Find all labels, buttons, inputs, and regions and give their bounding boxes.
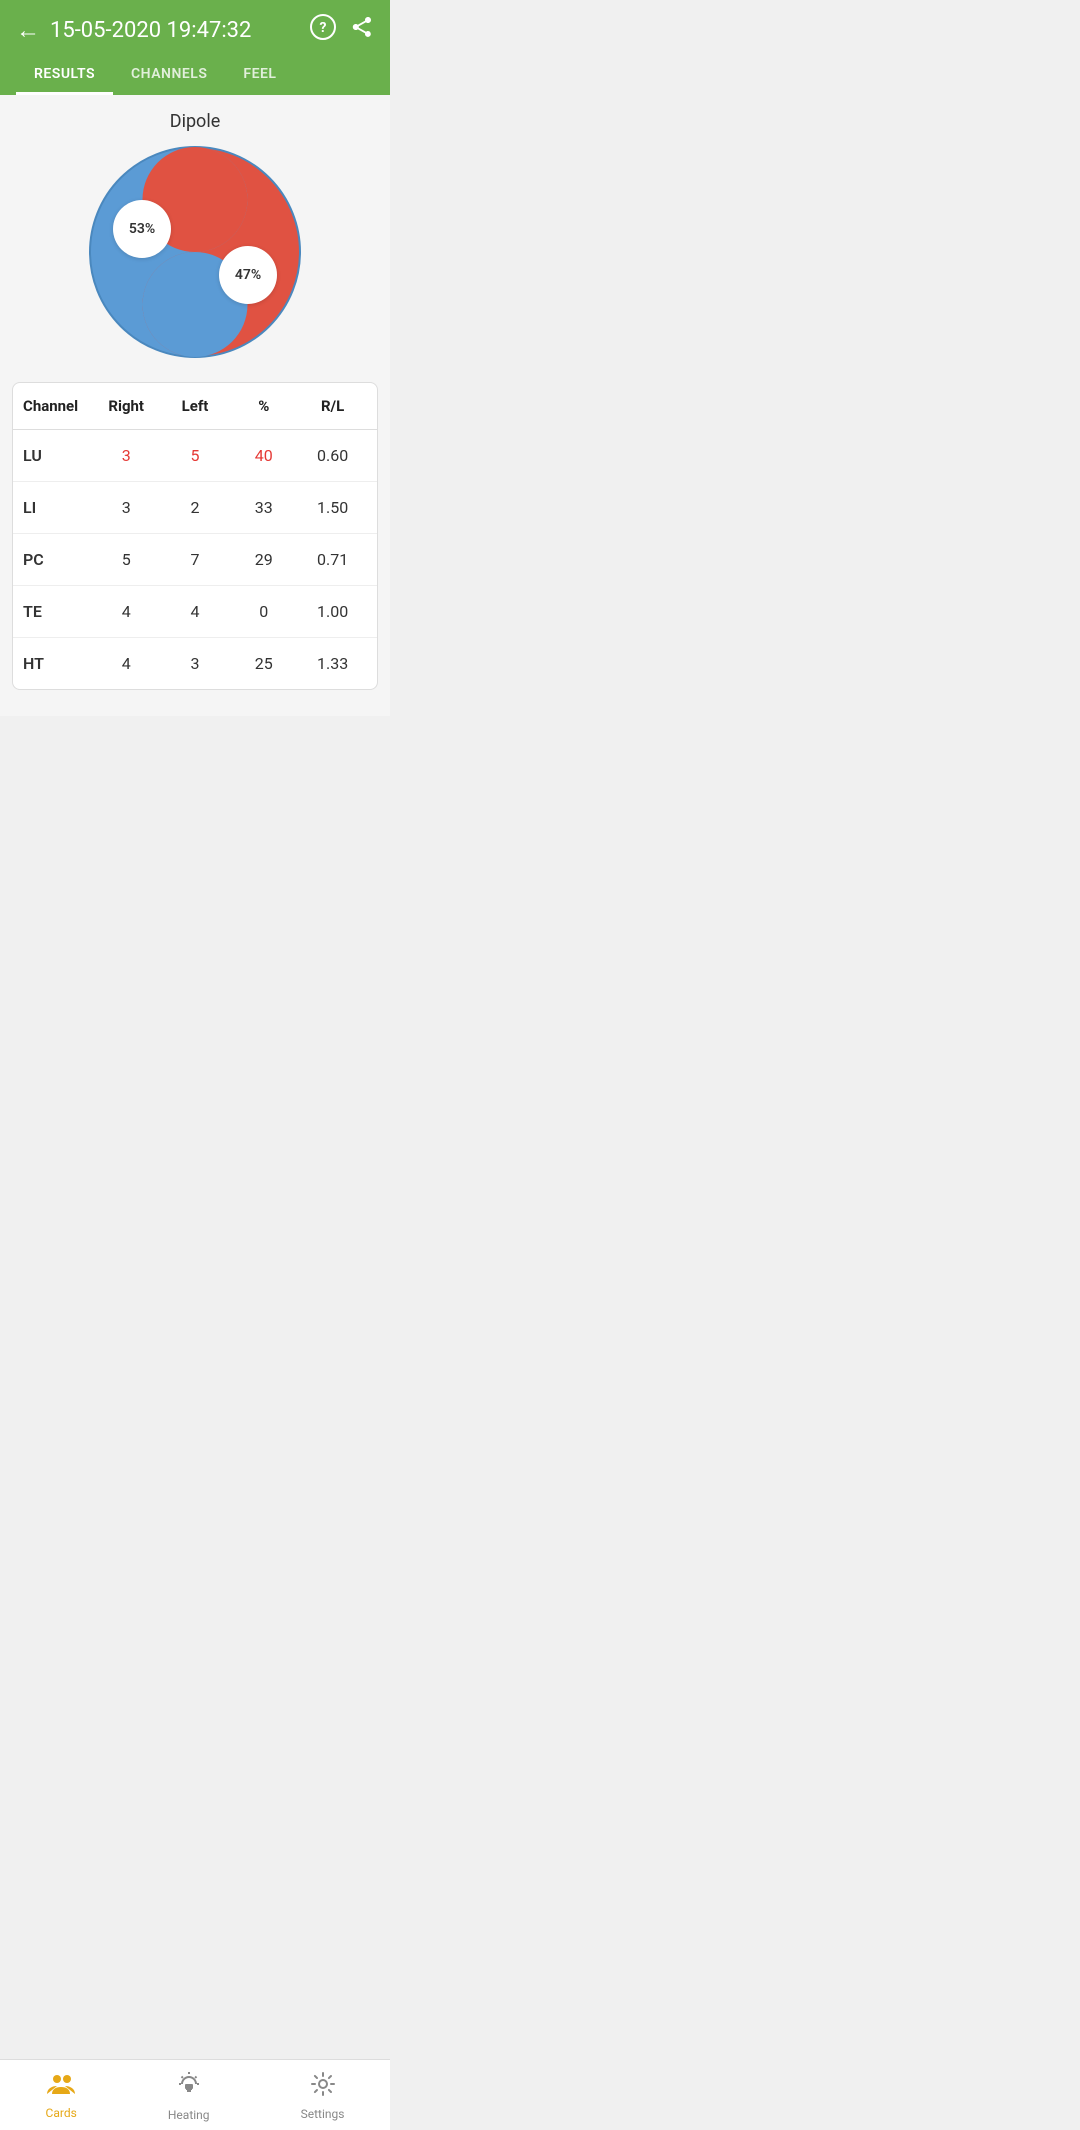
left-percent-label: 53% — [113, 200, 171, 258]
table-row: TE 4 4 0 1.00 — [13, 586, 377, 638]
cell-left: 5 — [161, 446, 230, 465]
bottom-navigation: Cards Heating Settings — [0, 2059, 390, 2130]
cell-right: 4 — [92, 654, 161, 673]
cell-right: 5 — [92, 550, 161, 569]
yin-yang-wrapper: 53% 47% — [85, 142, 305, 362]
back-button[interactable]: ← — [16, 16, 40, 45]
right-percent-label: 47% — [219, 246, 277, 304]
cell-left: 2 — [161, 498, 230, 517]
datetime-label: 15-05-2020 19:47:32 — [50, 18, 251, 43]
col-left: Left — [161, 397, 230, 415]
cell-right: 4 — [92, 602, 161, 621]
cards-icon — [47, 2072, 75, 2102]
cell-channel: LI — [23, 498, 92, 517]
tab-feel[interactable]: FEEL — [225, 56, 294, 95]
header-left: ← 15-05-2020 19:47:32 — [16, 16, 251, 45]
cell-pct: 29 — [229, 550, 298, 569]
app-header: ← 15-05-2020 19:47:32 ? RESULTS CHANNELS… — [0, 0, 390, 95]
table-row: HT 4 3 25 1.33 — [13, 638, 377, 689]
cell-channel: LU — [23, 446, 92, 465]
cell-left: 3 — [161, 654, 230, 673]
cell-pct: 40 — [229, 446, 298, 465]
table-header: Channel Right Left % R/L — [13, 383, 377, 430]
data-table: Channel Right Left % R/L LU 3 5 40 0.60 … — [12, 382, 378, 690]
heating-label: Heating — [168, 2108, 210, 2122]
nav-heating[interactable]: Heating — [168, 2070, 210, 2122]
chart-title: Dipole — [12, 111, 378, 132]
settings-label: Settings — [301, 2107, 345, 2121]
cell-channel: TE — [23, 602, 92, 621]
help-icon[interactable]: ? — [310, 14, 336, 46]
share-icon[interactable] — [350, 15, 374, 45]
tab-channels[interactable]: CHANNELS — [113, 56, 225, 95]
yin-yang-chart: 53% 47% — [12, 142, 378, 362]
cell-channel: HT — [23, 654, 92, 673]
col-right: Right — [92, 397, 161, 415]
cell-rl: 1.33 — [298, 654, 367, 673]
settings-icon — [310, 2071, 336, 2103]
nav-cards[interactable]: Cards — [46, 2072, 77, 2120]
tab-results[interactable]: RESULTS — [16, 56, 113, 95]
cards-label: Cards — [46, 2106, 77, 2120]
header-top: ← 15-05-2020 19:47:32 ? — [16, 14, 374, 46]
cell-rl: 1.50 — [298, 498, 367, 517]
cell-rl: 1.00 — [298, 602, 367, 621]
cell-rl: 0.60 — [298, 446, 367, 465]
header-icons: ? — [310, 14, 374, 46]
nav-settings[interactable]: Settings — [301, 2071, 345, 2121]
cell-pct: 25 — [229, 654, 298, 673]
cell-left: 7 — [161, 550, 230, 569]
col-channel: Channel — [23, 397, 92, 415]
cell-rl: 0.71 — [298, 550, 367, 569]
heating-icon — [177, 2070, 201, 2104]
cell-pct: 0 — [229, 602, 298, 621]
cell-right: 3 — [92, 498, 161, 517]
cell-channel: PC — [23, 550, 92, 569]
cell-left: 4 — [161, 602, 230, 621]
cell-pct: 33 — [229, 498, 298, 517]
col-rl: R/L — [298, 397, 367, 415]
svg-text:?: ? — [320, 20, 327, 36]
col-pct: % — [229, 397, 298, 415]
yin-yang-svg — [85, 142, 305, 362]
table-row: LU 3 5 40 0.60 — [13, 430, 377, 482]
main-content: Dipole 53% 47% — [0, 95, 390, 716]
cell-right: 3 — [92, 446, 161, 465]
tabs-bar: RESULTS CHANNELS FEEL — [16, 56, 374, 95]
table-row: LI 3 2 33 1.50 — [13, 482, 377, 534]
table-row: PC 5 7 29 0.71 — [13, 534, 377, 586]
table-body: LU 3 5 40 0.60 LI 3 2 33 1.50 PC 5 7 29 … — [13, 430, 377, 689]
